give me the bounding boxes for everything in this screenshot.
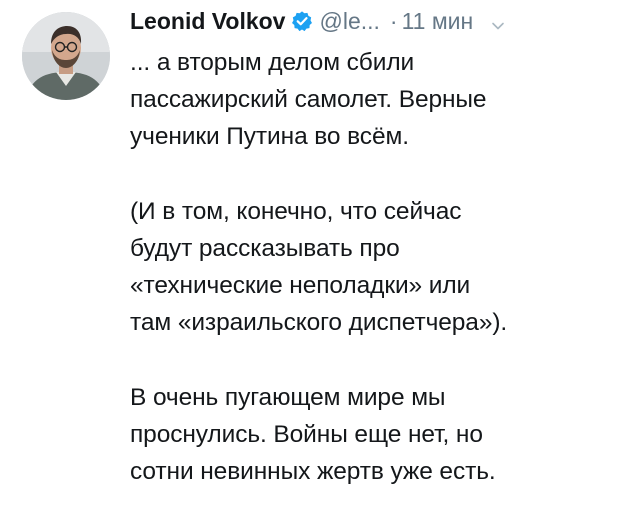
tweet-text: ... а вторым делом сбили пассажирский са…: [130, 44, 610, 490]
author-handle[interactable]: @le...: [319, 8, 379, 35]
tweet-card[interactable]: Leonid Volkov @le... · 11 мин ... а втор…: [0, 0, 620, 508]
text-line: ученики Путина во всём.: [130, 123, 409, 150]
text-line: сотни невинных жертв уже есть.: [130, 458, 496, 485]
avatar-photo: [22, 12, 110, 100]
verified-badge-icon: [291, 10, 313, 32]
chevron-down-icon[interactable]: [491, 12, 505, 30]
avatar[interactable]: [22, 12, 110, 100]
text-line: пассажирский самолет. Верные: [130, 86, 487, 113]
separator-dot: ·: [389, 7, 398, 34]
text-line: (И в том, конечно, что сейчас: [130, 198, 462, 225]
text-line: проснулись. Войны еще нет, но: [130, 421, 483, 448]
text-line: В очень пугающем мире мы: [130, 384, 446, 411]
text-line: «технические неполадки» или: [130, 272, 471, 299]
tweet-header: Leonid Volkov @le... · 11 мин: [130, 4, 610, 38]
text-line: будут рассказывать про: [130, 235, 400, 262]
text-line: там «израильского диспетчера»).: [130, 309, 508, 336]
author-name[interactable]: Leonid Volkov: [130, 8, 285, 35]
text-line: ... а вторым делом сбили: [130, 49, 415, 76]
timestamp[interactable]: 11 мин: [402, 8, 474, 35]
